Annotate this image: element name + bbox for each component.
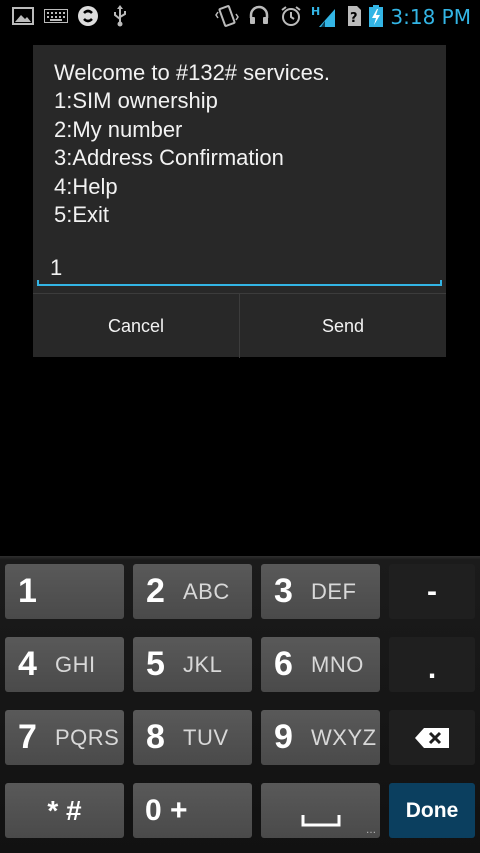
key-5[interactable]: 5 JKL <box>133 637 252 692</box>
key-letters: JKL <box>183 651 223 677</box>
key-digit: 8 <box>146 718 165 756</box>
battery-charging-icon <box>368 5 384 27</box>
ussd-dialog: Welcome to #132# services. 1:SIM ownersh… <box>33 45 446 358</box>
key-digit: 3 <box>274 572 293 610</box>
vibrate-icon <box>215 5 239 27</box>
headset-icon <box>247 5 271 27</box>
keyboard-icon <box>44 5 68 27</box>
key-digit: 2 <box>146 572 165 610</box>
key-symbol: . <box>427 651 437 685</box>
key-letters: DEF <box>311 578 357 604</box>
key-done[interactable]: Done <box>389 783 475 838</box>
key-9[interactable]: 9 WXYZ <box>261 710 380 765</box>
key-digit: 5 <box>146 645 165 683</box>
key-digit: 6 <box>274 645 293 683</box>
cancel-button[interactable]: Cancel <box>33 294 240 358</box>
key-symbol: - <box>427 574 437 608</box>
svg-text:?: ? <box>350 11 358 26</box>
key-star-hash[interactable]: * # <box>5 783 124 838</box>
key-digit: 7 <box>18 718 37 756</box>
key-letters: TUV <box>183 724 229 750</box>
input-underline <box>37 280 442 286</box>
key-letters: ABC <box>183 578 230 604</box>
key-dash[interactable]: - <box>389 564 475 619</box>
reply-input[interactable] <box>50 253 430 283</box>
key-1[interactable]: 1 <box>5 564 124 619</box>
key-digit: 4 <box>18 645 37 683</box>
message-line: 5:Exit <box>54 202 110 228</box>
key-4[interactable]: 4 GHI <box>5 637 124 692</box>
dialog-button-bar: Cancel Send <box>33 293 446 358</box>
message-line: 3:Address Confirmation <box>54 145 284 171</box>
key-space[interactable]: … <box>261 783 380 838</box>
key-digit: 9 <box>274 718 293 756</box>
gallery-icon <box>12 5 34 27</box>
key-period[interactable]: . <box>389 637 475 692</box>
key-letters: PQRS <box>55 724 120 750</box>
done-label: Done <box>405 798 459 822</box>
key-8[interactable]: 8 TUV <box>133 710 252 765</box>
space-icon <box>301 814 340 826</box>
key-letters: MNO <box>311 651 364 677</box>
key-7[interactable]: 7 PQRS <box>5 710 124 765</box>
key-6[interactable]: 6 MNO <box>261 637 380 692</box>
key-digit: 1 <box>18 572 37 610</box>
key-2[interactable]: 2 ABC <box>133 564 252 619</box>
signal-hplus-icon: H <box>311 5 337 27</box>
more-dots-icon: … <box>366 825 376 836</box>
ussd-message: Welcome to #132# services. 1:SIM ownersh… <box>54 59 330 229</box>
unknown-sim-icon: ? <box>345 5 363 27</box>
status-time: 3:18 PM <box>390 5 471 29</box>
key-symbol: 0 + <box>145 793 188 827</box>
message-line: 4:Help <box>54 173 118 199</box>
key-0[interactable]: 0 + <box>133 783 252 838</box>
numeric-keypad: 1 2 ABC 3 DEF - 4 GHI 5 JKL 6 MNO . 7 PQ… <box>0 556 480 853</box>
key-backspace[interactable] <box>389 710 475 765</box>
backspace-icon <box>415 727 449 748</box>
usb-icon <box>110 5 130 27</box>
key-letters: GHI <box>55 651 96 677</box>
key-letters: WXYZ <box>311 724 377 750</box>
message-line: 2:My number <box>54 116 183 142</box>
sync-icon <box>76 5 100 27</box>
alarm-icon <box>279 5 303 27</box>
message-line: Welcome to #132# services. <box>54 60 330 85</box>
message-line: 1:SIM ownership <box>54 88 218 114</box>
reply-input-container <box>37 247 442 291</box>
key-symbol: * # <box>47 794 82 826</box>
key-3[interactable]: 3 DEF <box>261 564 380 619</box>
network-type-label: H <box>311 5 320 18</box>
send-button[interactable]: Send <box>240 294 446 358</box>
status-bar: H ? 3:18 PM <box>0 0 480 33</box>
